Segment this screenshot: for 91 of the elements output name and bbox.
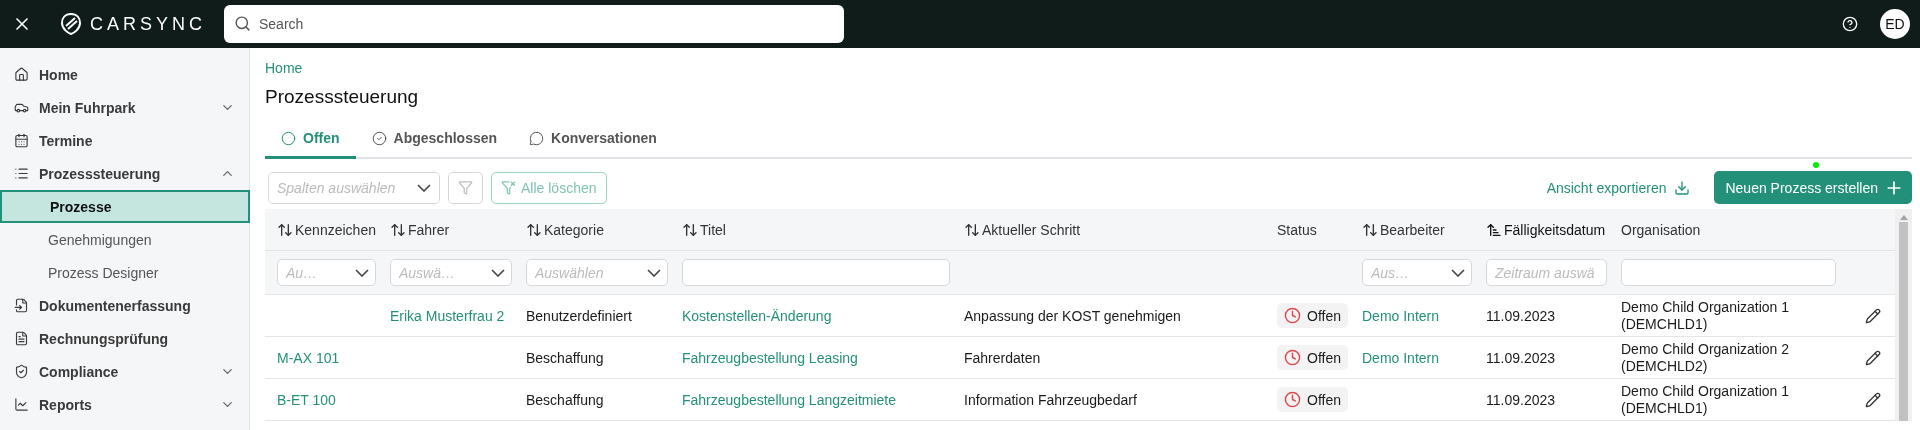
sidebar-item[interactable]: Mein Fuhrpark <box>0 91 249 124</box>
chevron-down-icon <box>647 268 661 277</box>
sidebar-subitem[interactable]: Prozesse <box>0 190 250 223</box>
document-icon <box>14 298 29 313</box>
sidebar-item[interactable]: Reports <box>0 388 249 421</box>
check-circle-icon <box>371 130 387 146</box>
filter-input[interactable] <box>682 259 950 286</box>
table-cell-text: Benutzerdefiniert <box>526 307 633 324</box>
filter-input[interactable] <box>1621 259 1836 286</box>
table-link[interactable]: Demo Intern <box>1362 349 1486 366</box>
sort-icon[interactable] <box>526 221 542 238</box>
table-link[interactable]: Erika Musterfrau 2 <box>390 307 526 324</box>
sort-icon[interactable] <box>277 221 293 238</box>
table-cell-text: Demo Child Organization 1 (DEMCHLD1) <box>1621 298 1791 333</box>
status-tag: Offen <box>1277 387 1348 412</box>
table-cell-text: 11.09.2023 <box>1486 349 1557 366</box>
sidebar-item[interactable]: Dokumentenerfassung <box>0 289 249 322</box>
table-link[interactable]: Kostenstellen-Änderung <box>682 307 964 324</box>
shield-check-icon <box>14 364 29 379</box>
table-cell-text: Beschaffung <box>526 349 605 366</box>
home-icon <box>14 67 29 82</box>
sort-icon[interactable] <box>964 221 980 238</box>
table-cell-text: Beschaffung <box>526 391 605 408</box>
table-link[interactable]: B-ET 100 <box>277 391 390 408</box>
table-link[interactable]: Fahrzeugbestellung Langzeitmiete <box>682 391 964 408</box>
sidebar-item[interactable]: Rechnungsprüfung <box>0 322 249 355</box>
column-header[interactable]: Kategorie <box>526 221 682 238</box>
sidebar-item[interactable]: Home <box>0 58 249 91</box>
table-link[interactable]: Demo Intern <box>1362 307 1486 324</box>
create-process-button[interactable]: Neuen Prozess erstellen <box>1714 171 1912 204</box>
download-icon <box>1674 179 1691 196</box>
sort-icon[interactable] <box>1362 221 1378 238</box>
sort-ascending-icon[interactable] <box>1486 221 1502 238</box>
status-tag: Offen <box>1277 303 1348 328</box>
filter-clear-icon <box>501 180 516 195</box>
export-link[interactable]: Ansicht exportieren <box>1546 179 1691 196</box>
invoice-icon <box>14 331 29 346</box>
clock-icon <box>1284 349 1301 366</box>
table-cell-text: Demo Child Organization 2 (DEMCHLD2) <box>1621 340 1791 375</box>
logo-icon <box>60 12 82 36</box>
sidebar-subitem[interactable]: Prozess Designer <box>0 256 250 289</box>
scrollbar[interactable] <box>1895 209 1912 421</box>
table-link[interactable]: M-AX 101 <box>277 349 390 366</box>
edit-icon[interactable] <box>1864 349 1881 366</box>
column-header: Status <box>1277 221 1318 238</box>
clock-icon <box>1284 307 1301 324</box>
tab[interactable]: Konversationen <box>513 122 673 159</box>
column-header[interactable]: Aktueller Schritt <box>964 221 1277 238</box>
search-field[interactable]: Search <box>224 5 844 43</box>
filter-input[interactable]: Zeitraum auswä <box>1486 259 1607 286</box>
column-header[interactable]: Kennzeichen <box>277 221 390 238</box>
chart-icon <box>14 397 29 412</box>
circle-icon <box>281 130 296 146</box>
page-title: Prozesssteuerung <box>265 86 420 108</box>
table-cell-text: Information Fahrzeugbedarf <box>964 391 1138 408</box>
table-link[interactable]: Fahrzeugbestellung Leasing <box>682 349 964 366</box>
filter-icon <box>458 180 473 195</box>
chevron-down-icon <box>1451 268 1465 277</box>
column-header[interactable]: Bearbeiter <box>1362 221 1486 238</box>
table-cell-text: Anpassung der KOST genehmigen <box>964 307 1182 324</box>
tab[interactable]: Offen <box>265 122 356 159</box>
chevron-down-icon <box>491 268 505 277</box>
sidebar-subitem[interactable]: Genehmigungen <box>0 223 250 256</box>
help-icon[interactable] <box>1842 16 1858 32</box>
tab[interactable]: Abgeschlossen <box>355 122 514 159</box>
calendar-icon <box>14 133 29 148</box>
chevron-down-icon <box>417 183 431 192</box>
table-cell-text: Fahrerdaten <box>964 349 1042 366</box>
column-header[interactable]: Fälligkeitsdatum <box>1486 221 1621 238</box>
chevron-down-icon <box>355 268 369 277</box>
clock-icon <box>1284 391 1301 408</box>
table-cell-text: 11.09.2023 <box>1486 391 1557 408</box>
list-icon <box>14 166 29 181</box>
sidebar-item[interactable]: Prozesssteuerung <box>0 157 249 190</box>
brand-name: CARSYNC <box>90 13 206 35</box>
table-cell-text: 11.09.2023 <box>1486 307 1557 324</box>
sort-icon[interactable] <box>390 221 406 238</box>
sort-icon[interactable] <box>682 221 698 238</box>
breadcrumb-link[interactable]: Home <box>265 60 303 76</box>
edit-icon[interactable] <box>1864 391 1881 408</box>
notification-dot <box>1813 162 1820 168</box>
table-cell-text: Demo Child Organization 1 (DEMCHLD1) <box>1621 382 1791 417</box>
sidebar-item[interactable]: Termine <box>0 124 249 157</box>
column-header[interactable]: Fahrer <box>390 221 526 238</box>
edit-icon[interactable] <box>1864 307 1881 324</box>
status-tag: Offen <box>1277 345 1348 370</box>
user-avatar[interactable]: ED <box>1880 9 1910 39</box>
column-header: Organisation <box>1621 221 1702 238</box>
sidebar-item[interactable]: Compliance <box>0 355 249 388</box>
column-header[interactable]: Titel <box>682 221 964 238</box>
chat-bubble-icon <box>529 130 545 146</box>
